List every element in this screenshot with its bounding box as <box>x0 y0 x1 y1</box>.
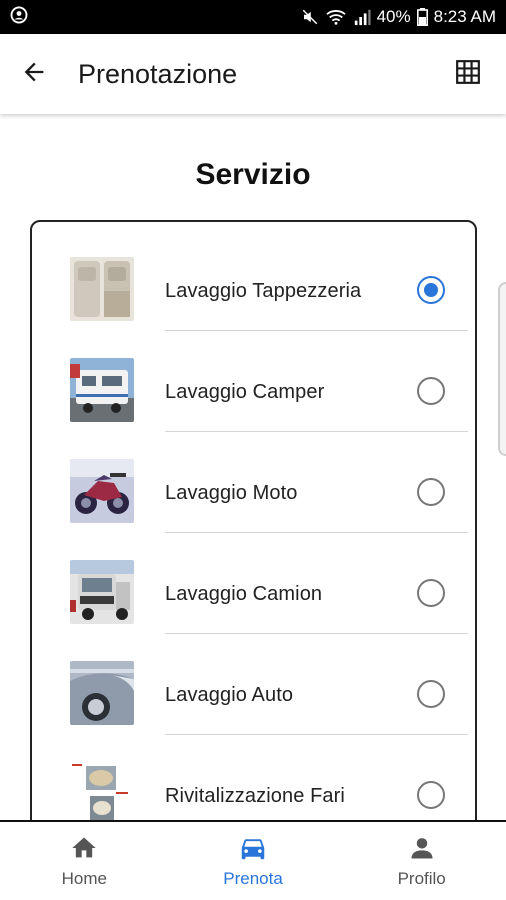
status-time: 8:23 AM <box>433 7 496 26</box>
upholstery-thumbnail <box>70 257 134 321</box>
back-button[interactable] <box>14 54 54 94</box>
service-radio[interactable] <box>417 478 445 506</box>
service-row-auto[interactable]: Lavaggio Auto <box>32 634 475 735</box>
nav-prenota[interactable]: Prenota <box>169 822 338 900</box>
service-row-camion[interactable]: Lavaggio Camion <box>32 533 475 634</box>
car-thumbnail <box>70 661 134 725</box>
nav-label: Prenota <box>223 869 283 888</box>
section-title: Servizio <box>195 158 311 191</box>
status-right: 40% 8:23 AM <box>301 7 496 27</box>
camper-thumbnail <box>70 358 134 422</box>
service-label: Lavaggio Camper <box>165 381 325 403</box>
truck-thumbnail <box>70 560 134 624</box>
battery-percent: 40% <box>376 7 411 26</box>
arrow-back-icon <box>20 58 48 91</box>
service-row-moto[interactable]: Lavaggio Moto <box>32 432 475 533</box>
grid-view-icon <box>455 59 481 90</box>
service-label: Lavaggio Tappezzeria <box>165 280 362 302</box>
service-label: Lavaggio Camion <box>165 583 323 605</box>
nav-profilo[interactable]: Profilo <box>337 822 506 900</box>
service-radio-selected[interactable] <box>417 276 445 304</box>
page-title: Prenotazione <box>78 58 238 89</box>
headlight-thumbnail <box>70 762 134 826</box>
status-bar: 40% 8:23 AM <box>0 0 506 34</box>
service-label: Rivitalizzazione Fari <box>165 785 345 807</box>
signal-icon <box>353 8 371 26</box>
person-icon <box>407 833 437 863</box>
service-label: Lavaggio Moto <box>165 482 298 504</box>
motorcycle-thumbnail <box>70 459 134 523</box>
battery-icon <box>416 8 428 26</box>
service-label: Lavaggio Auto <box>165 684 294 706</box>
nav-home[interactable]: Home <box>0 822 169 900</box>
scroll-handle[interactable] <box>498 282 506 456</box>
mute-icon <box>301 8 319 26</box>
service-radio[interactable] <box>417 680 445 708</box>
service-radio[interactable] <box>417 781 445 809</box>
nav-label: Home <box>61 869 108 888</box>
car-icon <box>238 833 268 863</box>
service-row-camper[interactable]: Lavaggio Camper <box>32 331 475 432</box>
account-circle-icon <box>10 6 28 29</box>
nav-label: Profilo <box>397 869 446 888</box>
service-row-tappezzeria[interactable]: Lavaggio Tappezzeria <box>32 230 475 331</box>
home-icon <box>69 833 99 863</box>
service-radio[interactable] <box>417 377 445 405</box>
wifi-icon <box>325 8 347 26</box>
status-left <box>10 6 28 29</box>
service-radio[interactable] <box>417 579 445 607</box>
service-list: Lavaggio Tappezzeria Lavaggio Camper Lav… <box>30 220 477 840</box>
app-bar: Prenotazione <box>0 34 506 114</box>
bottom-navigation: Home Prenota Profilo <box>0 820 506 900</box>
grid-view-button[interactable] <box>448 54 488 94</box>
